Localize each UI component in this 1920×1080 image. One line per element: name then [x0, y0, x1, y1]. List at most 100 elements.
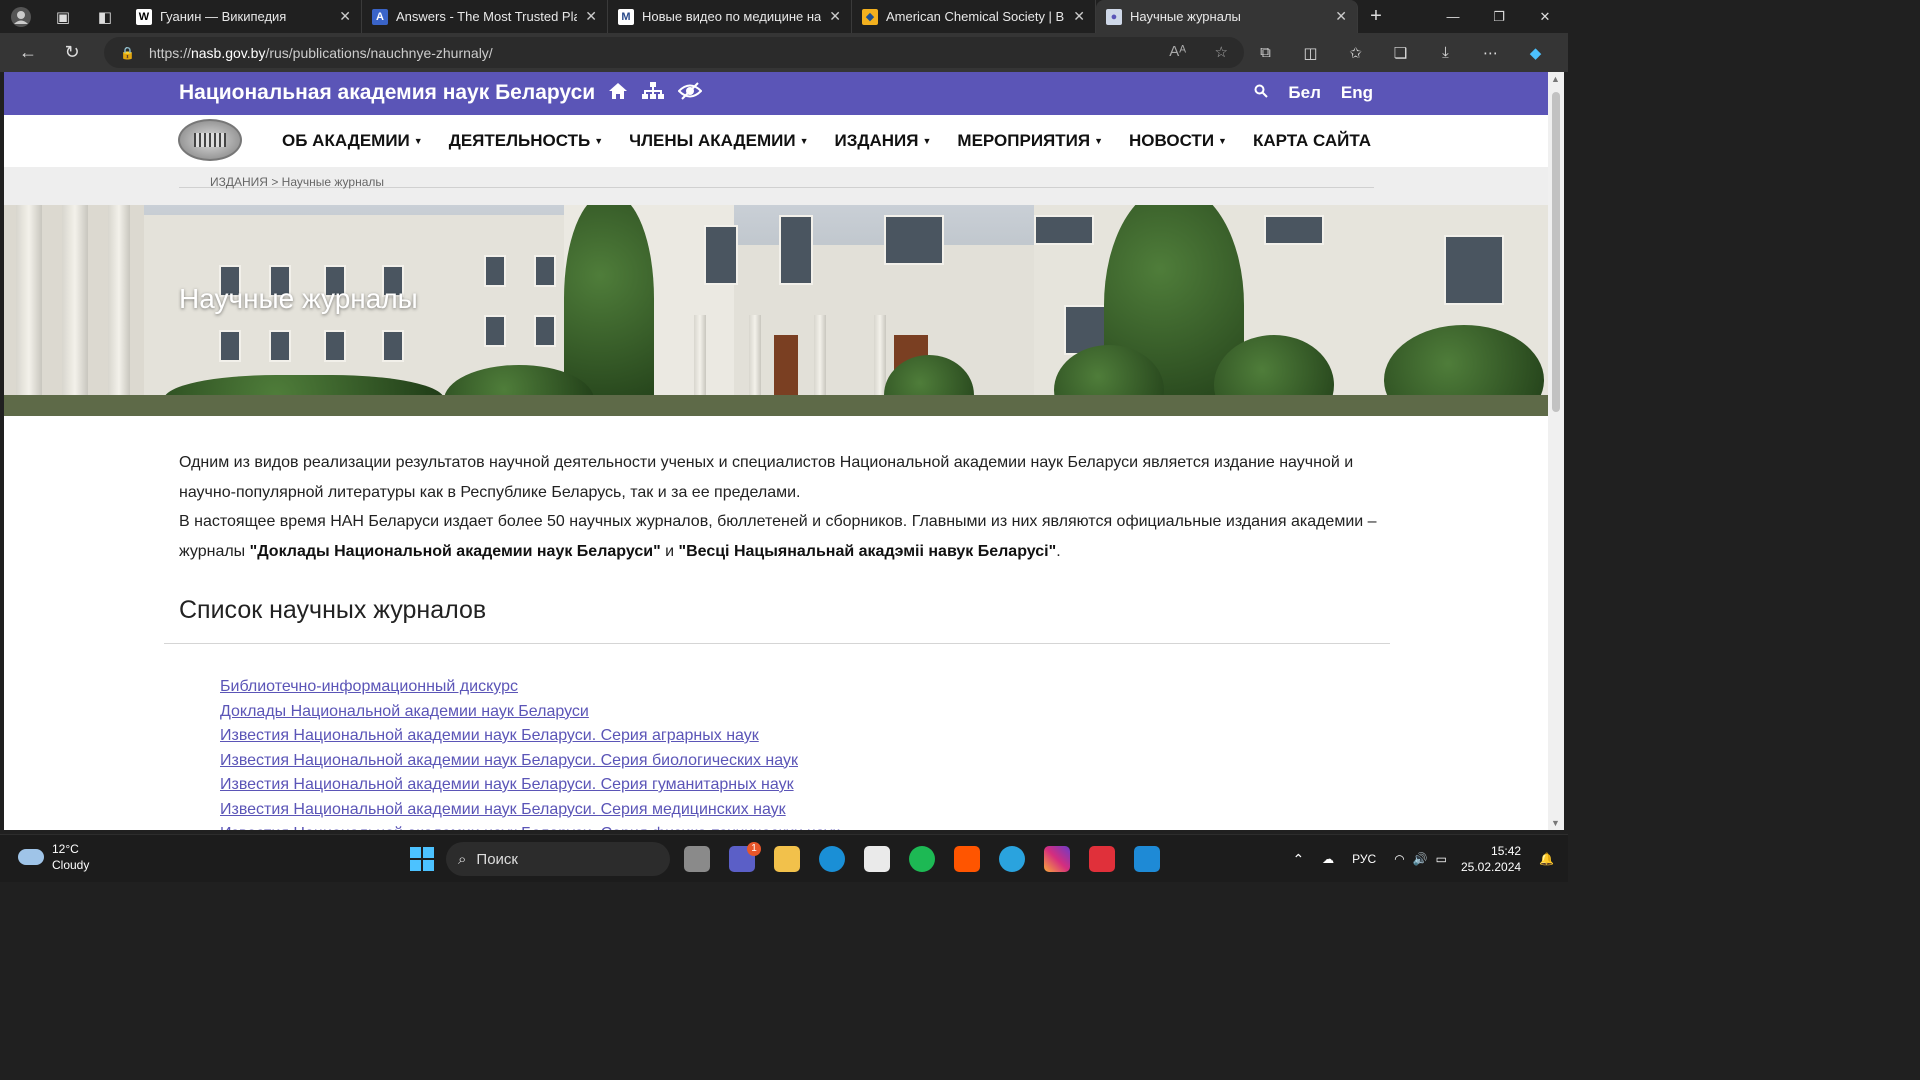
more-menu-icon[interactable]: ⋯ — [1468, 44, 1513, 62]
nav-menu-item[interactable]: КАРТА САЙТА — [1253, 131, 1371, 151]
refresh-button[interactable]: ↻ — [50, 33, 94, 72]
search-icon[interactable] — [1254, 83, 1269, 103]
journal-link[interactable]: Доклады Национальной академии наук Белар… — [220, 700, 839, 725]
battery-icon[interactable]: ▭ — [1436, 852, 1447, 866]
task-view-icon[interactable] — [684, 846, 710, 872]
doklady-journal-name: "Доклады Национальной академии наук Бела… — [249, 542, 661, 560]
taskbar-search[interactable]: ⌕ Поиск — [446, 842, 670, 876]
journal-link[interactable]: Библиотечно-информационный дискурс — [220, 675, 839, 700]
back-button[interactable]: ← — [6, 33, 50, 72]
tab-title: Answers - The Most Trusted Plac — [396, 9, 578, 24]
tab-close-icon[interactable]: ✕ — [585, 8, 597, 25]
split-screen-icon[interactable]: ◫ — [1288, 44, 1333, 62]
clock[interactable]: 15:42 25.02.2024 — [1461, 843, 1521, 875]
soundcloud-icon[interactable] — [954, 846, 980, 872]
cloud-icon — [18, 849, 44, 865]
nav-menu-item[interactable]: ЧЛЕНЫ АКАДЕМИИ ▼ — [629, 131, 808, 151]
telegram-icon[interactable] — [999, 846, 1025, 872]
nav-menu-item[interactable]: ДЕЯТЕЛЬНОСТЬ ▼ — [449, 131, 603, 151]
journal-link[interactable]: Известия Национальной академии наук Бела… — [220, 822, 839, 830]
browser-tab[interactable]: W Гуанин — Википедия ✕ — [126, 0, 362, 33]
tab-close-icon[interactable]: ✕ — [1073, 8, 1085, 25]
journal-link[interactable]: Известия Национальной академии наук Бела… — [220, 749, 839, 774]
file-explorer-icon[interactable] — [774, 846, 800, 872]
browser-tab[interactable]: ● Научные журналы ✕ — [1096, 0, 1358, 33]
main-navigation: ОБ АКАДЕМИИ ▼ ДЕЯТЕЛЬНОСТЬ ▼ ЧЛЕНЫ АКАДЕМИИ ▼… — [4, 115, 1548, 167]
nav-menu-item[interactable]: МЕРОПРИЯТИЯ ▼ — [957, 131, 1103, 151]
browser-tab[interactable]: ◆ American Chemical Society | Brow ✕ — [852, 0, 1096, 33]
tab-close-icon[interactable]: ✕ — [1335, 8, 1347, 25]
start-button[interactable] — [410, 847, 434, 871]
home-icon[interactable] — [608, 82, 628, 106]
journal-link[interactable]: Известия Национальной академии наук Бела… — [220, 773, 839, 798]
address-bar[interactable]: 🔒 https://nasb.gov.by/rus/publications/n… — [104, 37, 1244, 68]
nav-menu-item[interactable]: ОБ АКАДЕМИИ ▼ — [282, 131, 423, 151]
tab-favicon-icon: M — [618, 8, 634, 25]
intro-paragraph-2: В настоящее время НАН Беларуси издает бо… — [179, 513, 1377, 560]
clock-time: 15:42 — [1491, 844, 1522, 858]
edge-icon[interactable] — [819, 846, 845, 872]
vertical-tabs-icon[interactable]: ◧ — [84, 0, 126, 33]
tab-favicon-icon: ● — [1106, 8, 1122, 25]
close-window-button[interactable]: ✕ — [1522, 0, 1568, 33]
lang-belarusian-link[interactable]: Бел — [1288, 83, 1320, 103]
hero-banner: Научные журналы — [4, 205, 1548, 416]
acrobat-icon[interactable] — [1089, 846, 1115, 872]
maximize-button[interactable]: ❐ — [1476, 0, 1522, 33]
favorites-icon[interactable]: ✩ — [1333, 44, 1378, 62]
url-prefix: https:// — [148, 44, 191, 61]
caret-down-icon: ▼ — [922, 136, 932, 146]
tab-favicon-icon: ◆ — [862, 8, 878, 25]
tab-title: Новые видео по медицине на с — [642, 9, 822, 24]
tab-close-icon[interactable]: ✕ — [339, 8, 351, 25]
site-name-link[interactable]: Национальная академия наук Беларуси — [179, 81, 595, 105]
new-tab-button[interactable]: + — [1358, 0, 1394, 33]
chevron-up-icon[interactable]: ⌃ — [1292, 851, 1304, 868]
read-aloud-icon[interactable]: Aᴬ — [1169, 43, 1186, 60]
weather-widget[interactable]: 12°C Cloudy — [18, 841, 89, 873]
lock-icon[interactable]: 🔒 — [120, 46, 135, 60]
wifi-icon[interactable]: ◠ — [1394, 852, 1404, 866]
caret-down-icon: ▼ — [594, 136, 604, 146]
url-host: nasb.gov.by — [190, 44, 266, 61]
sitemap-icon[interactable] — [642, 82, 664, 106]
notepad-icon[interactable] — [1134, 846, 1160, 872]
academy-logo[interactable] — [178, 119, 242, 161]
intro-paragraph-1: Одним из видов реализации результатов на… — [179, 454, 1354, 501]
collections-icon[interactable]: ❏ — [1378, 44, 1423, 62]
profile-avatar-icon[interactable] — [0, 0, 42, 33]
onedrive-error-icon[interactable]: ☁ — [1322, 852, 1334, 866]
input-language[interactable]: РУС — [1352, 852, 1376, 866]
workspaces-icon[interactable]: ▣ — [42, 0, 84, 33]
scrollbar-thumb[interactable] — [1552, 92, 1560, 412]
favorite-star-icon[interactable]: ☆ — [1215, 43, 1228, 61]
minimize-button[interactable]: — — [1430, 0, 1476, 33]
browser-tab[interactable]: M Новые видео по медицине на с ✕ — [608, 0, 852, 33]
instagram-icon[interactable] — [1044, 846, 1070, 872]
notification-bell-icon[interactable]: 🔔 — [1539, 852, 1554, 866]
page-scrollbar[interactable]: ▲ ▼ — [1548, 72, 1564, 830]
downloads-icon[interactable]: ⤓ — [1423, 44, 1468, 61]
journals-list: Библиотечно-информационный дискурс Доклад… — [220, 675, 839, 830]
extensions-icon[interactable]: ⧉ — [1243, 44, 1288, 61]
store-icon[interactable] — [864, 846, 890, 872]
nav-menu-label: ДЕЯТЕЛЬНОСТЬ — [448, 131, 591, 150]
volume-icon[interactable]: 🔊 — [1413, 852, 1428, 866]
copilot-icon[interactable]: ◆ — [1513, 44, 1558, 62]
accessibility-eye-icon[interactable] — [677, 82, 703, 106]
journal-link[interactable]: Известия Национальной академии наук Бела… — [220, 798, 839, 823]
breadcrumb-publications-link[interactable]: ИЗДАНИЯ — [210, 175, 268, 189]
breadcrumb: ИЗДАНИЯ > Научные журналы — [4, 167, 1548, 205]
weather-temp: 12°C — [52, 842, 79, 856]
browser-tab-bar: ▣ ◧ W Гуанин — Википедия ✕ A Answers - The M… — [0, 0, 1568, 33]
teams-icon[interactable]: 1 — [729, 842, 761, 872]
tab-close-icon[interactable]: ✕ — [829, 8, 841, 25]
nav-menu-item[interactable]: ИЗДАНИЯ ▼ — [835, 131, 932, 151]
lang-english-link[interactable]: Eng — [1341, 83, 1373, 103]
nav-menu-item[interactable]: НОВОСТИ ▼ — [1129, 131, 1227, 151]
tab-title: Гуанин — Википедия — [160, 9, 287, 24]
journal-link[interactable]: Известия Национальной академии наук Бела… — [220, 724, 839, 749]
clock-date: 25.02.2024 — [1460, 860, 1522, 874]
browser-tab[interactable]: A Answers - The Most Trusted Plac ✕ — [362, 0, 608, 33]
spotify-icon[interactable] — [909, 846, 935, 872]
